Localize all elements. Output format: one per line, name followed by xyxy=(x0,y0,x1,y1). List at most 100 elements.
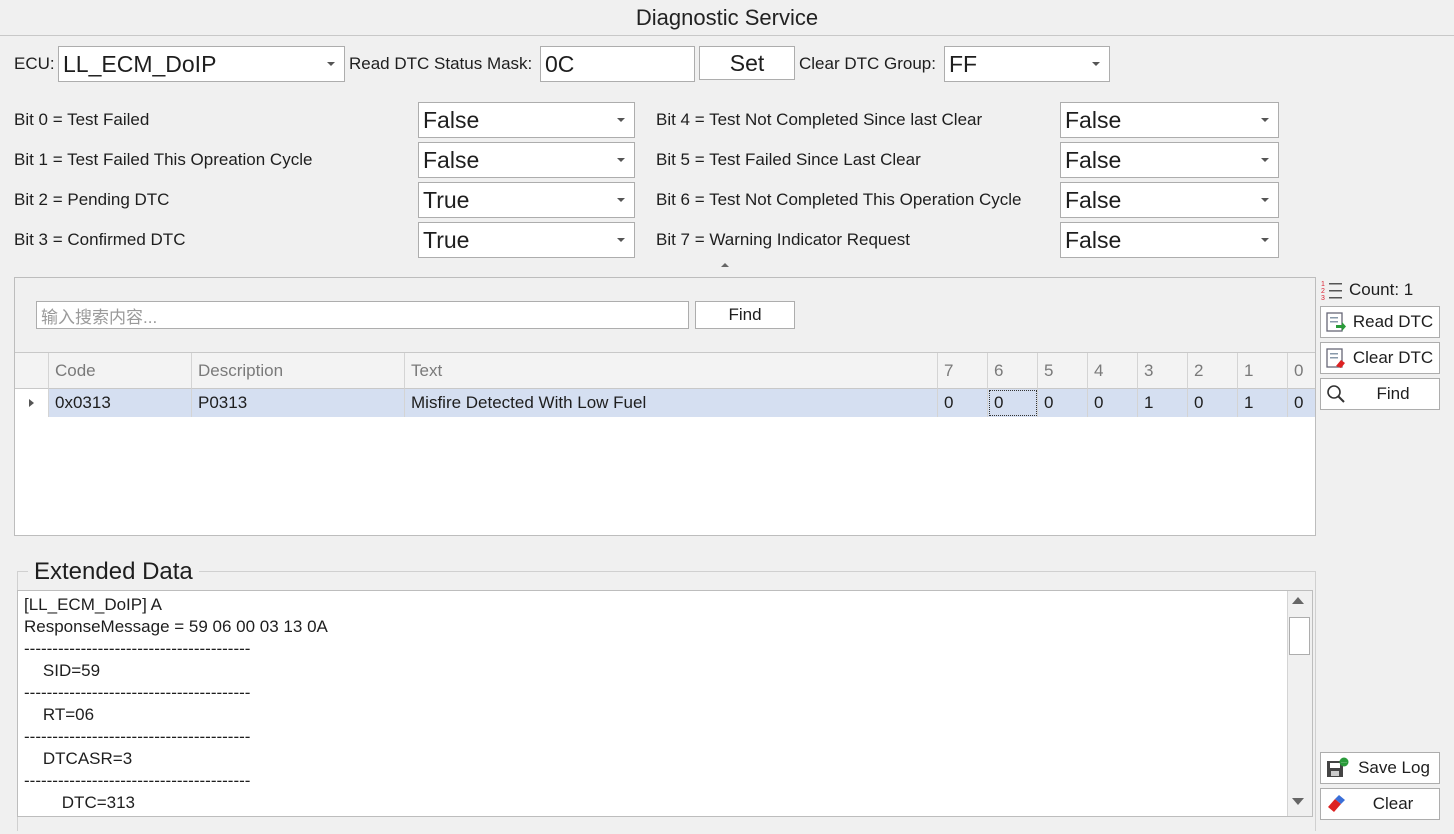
chevron-down-icon xyxy=(617,198,625,202)
numbered-list-icon: 1 2 3 xyxy=(1321,281,1342,301)
bit-3-value: True xyxy=(423,226,470,253)
ecu-select[interactable]: LL_ECM_DoIP xyxy=(58,46,345,82)
chevron-down-icon xyxy=(617,238,625,242)
eraser-icon xyxy=(1328,795,1345,812)
cell-code[interactable]: 0x0313 xyxy=(49,389,192,417)
cell-bit-5[interactable]: 0 xyxy=(1038,389,1088,417)
window-title: Diagnostic Service xyxy=(635,4,819,30)
collapse-caret-icon[interactable] xyxy=(721,263,729,267)
bit-2-label: Bit 2 = Pending DTC xyxy=(14,190,170,209)
log-line: ---------------------------------------- xyxy=(24,727,251,746)
chevron-down-icon xyxy=(1092,62,1100,66)
clear-group-value: FF xyxy=(949,50,978,77)
bit-2-select[interactable]: True xyxy=(418,182,635,218)
search-find-button[interactable]: Find xyxy=(695,301,795,329)
cell-bit-4[interactable]: 0 xyxy=(1088,389,1138,417)
table-row[interactable]: 0x0313 P0313 Misfire Detected With Low F… xyxy=(15,389,1315,417)
column-header-bit-6[interactable]: 6 xyxy=(988,353,1038,389)
log-line: ---------------------------------------- xyxy=(24,639,251,658)
svg-text:2: 2 xyxy=(1321,288,1325,295)
save-log-label: Save Log xyxy=(1358,758,1430,777)
log-line: ResponseMessage = 59 06 00 03 13 0A xyxy=(24,617,328,636)
scroll-up-icon[interactable] xyxy=(1292,597,1304,604)
dtc-panel: 输入搜索内容... Find Code Description Text 7 6… xyxy=(14,277,1316,536)
bit-0-value: False xyxy=(423,106,480,133)
column-header-description[interactable]: Description xyxy=(192,353,405,389)
row-pointer-icon xyxy=(29,399,34,407)
save-icon: ··· xyxy=(1327,757,1349,777)
log-line: DTCASR=3 xyxy=(24,749,133,768)
bit-3-label: Bit 3 = Confirmed DTC xyxy=(14,230,186,249)
bit-1-select[interactable]: False xyxy=(418,142,635,178)
column-header-bit-7[interactable]: 7 xyxy=(938,353,988,389)
chevron-down-icon xyxy=(1261,158,1269,162)
cell-description[interactable]: P0313 xyxy=(192,389,405,417)
clear-log-button[interactable]: Clear xyxy=(1320,788,1440,820)
bit-7-select[interactable]: False xyxy=(1060,222,1279,258)
status-mask-label: Read DTC Status Mask: xyxy=(349,54,533,73)
bit-5-select[interactable]: False xyxy=(1060,142,1279,178)
search-input[interactable]: 输入搜索内容... xyxy=(36,301,689,329)
clear-log-label: Clear xyxy=(1372,794,1414,813)
count-label: Count: 1 xyxy=(1349,280,1414,299)
bit-3-select[interactable]: True xyxy=(418,222,635,258)
bit-6-select[interactable]: False xyxy=(1060,182,1279,218)
chevron-down-icon xyxy=(617,118,625,122)
svg-text:3: 3 xyxy=(1321,295,1325,301)
column-header-text[interactable]: Text xyxy=(405,353,938,389)
bit-7-label: Bit 7 = Warning Indicator Request xyxy=(656,230,911,249)
status-mask-input[interactable]: 0C xyxy=(540,46,695,82)
bit-2-value: True xyxy=(423,186,470,213)
column-header-bit-2[interactable]: 2 xyxy=(1188,353,1238,389)
cell-bit-3[interactable]: 1 xyxy=(1138,389,1188,417)
column-header-code[interactable]: Code xyxy=(49,353,192,389)
column-header-bit-3[interactable]: 3 xyxy=(1138,353,1188,389)
cell-text[interactable]: Misfire Detected With Low Fuel xyxy=(405,389,938,417)
chevron-down-icon xyxy=(327,62,335,66)
log-line: RT=06 xyxy=(24,705,95,724)
bit-6-value: False xyxy=(1065,186,1122,213)
read-dtc-button[interactable]: Read DTC xyxy=(1320,306,1440,338)
bit-5-value: False xyxy=(1065,146,1122,173)
row-indicator-header xyxy=(15,353,49,389)
bit-4-select[interactable]: False xyxy=(1060,102,1279,138)
cell-bit-6[interactable]: 0 xyxy=(988,389,1038,417)
chevron-down-icon xyxy=(617,158,625,162)
window-title-bar: Diagnostic Service xyxy=(0,0,1454,36)
column-header-bit-1[interactable]: 1 xyxy=(1238,353,1288,389)
column-header-bit-5[interactable]: 5 xyxy=(1038,353,1088,389)
ecu-select-value: LL_ECM_DoIP xyxy=(63,50,217,77)
clear-dtc-icon xyxy=(1326,348,1345,368)
log-line: [LL_ECM_DoIP] A xyxy=(24,595,162,614)
chevron-down-icon xyxy=(1261,198,1269,202)
extended-data-log[interactable]: [LL_ECM_DoIP] A ResponseMessage = 59 06 … xyxy=(17,590,1313,817)
column-header-bit-4[interactable]: 4 xyxy=(1088,353,1138,389)
log-line: DTC=313 xyxy=(24,793,136,812)
svg-text:···: ··· xyxy=(1341,760,1347,766)
clear-dtc-label: Clear DTC xyxy=(1352,348,1434,367)
clear-dtc-button[interactable]: Clear DTC xyxy=(1320,342,1440,374)
find-dtc-button[interactable]: Find xyxy=(1320,378,1440,410)
scrollbar-thumb[interactable] xyxy=(1289,617,1310,655)
log-scrollbar[interactable] xyxy=(1287,591,1312,816)
cell-bit-1[interactable]: 1 xyxy=(1238,389,1288,417)
chevron-down-icon xyxy=(1261,118,1269,122)
column-header-bit-0[interactable]: 0 xyxy=(1288,353,1315,389)
cell-bit-2[interactable]: 0 xyxy=(1188,389,1238,417)
cell-bit-0[interactable]: 0 xyxy=(1288,389,1315,417)
count-indicator: 1 2 3 Count: 1 xyxy=(1320,278,1440,302)
search-placeholder: 输入搜索内容... xyxy=(41,307,158,327)
extended-data-title: Extended Data xyxy=(28,558,199,586)
bit-4-label: Bit 4 = Test Not Completed Since last Cl… xyxy=(656,110,983,129)
set-button[interactable]: Set xyxy=(699,46,795,80)
save-log-button[interactable]: ··· Save Log xyxy=(1320,752,1440,784)
row-indicator xyxy=(15,389,49,417)
find-dtc-label: Find xyxy=(1376,384,1410,403)
scroll-down-icon[interactable] xyxy=(1292,798,1304,805)
bit-0-select[interactable]: False xyxy=(418,102,635,138)
search-icon xyxy=(1327,385,1345,403)
bit-0-label: Bit 0 = Test Failed xyxy=(14,110,150,129)
cell-bit-7[interactable]: 0 xyxy=(938,389,988,417)
bit-7-value: False xyxy=(1065,226,1122,253)
clear-group-select[interactable]: FF xyxy=(944,46,1110,82)
